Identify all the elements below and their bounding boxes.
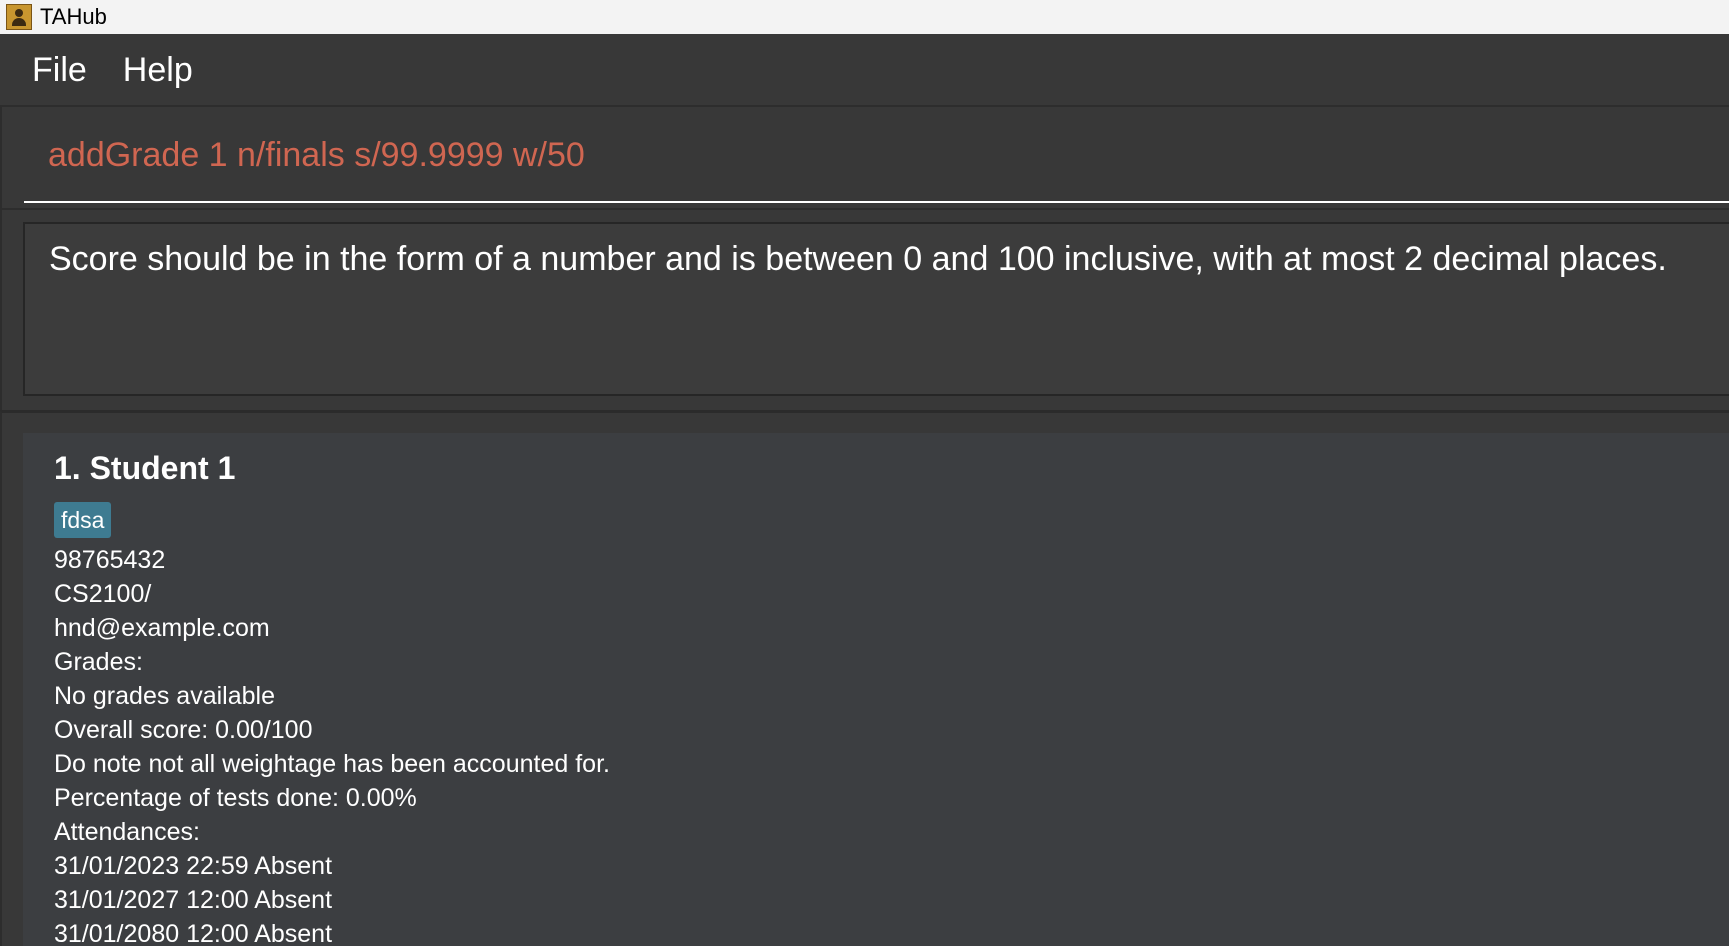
- address-book-icon: [6, 4, 32, 30]
- result-message: Score should be in the form of a number …: [49, 240, 1667, 278]
- overall-score: Overall score: 0.00/100: [54, 716, 313, 744]
- command-input-text: addGrade 1 n/finals s/99.9999 w/50: [48, 135, 585, 174]
- person-list-panel: 1. Student 1 fdsa 98765432 CS2100/ hnd@e…: [0, 410, 1729, 946]
- grades-text: No grades available: [54, 682, 275, 710]
- person-phone: 98765432: [54, 546, 166, 574]
- app-window: TAHub File Help addGrade 1 n/finals s/99…: [0, 0, 1729, 946]
- tag-badge: fdsa: [54, 502, 112, 538]
- result-display[interactable]: Score should be in the form of a number …: [23, 222, 1729, 396]
- person-name: 1. Student 1: [54, 450, 236, 486]
- weightage-note: Do note not all weightage has been accou…: [54, 750, 610, 778]
- command-box-panel: addGrade 1 n/finals s/99.9999 w/50: [0, 105, 1729, 208]
- person-email: hnd@example.com: [54, 614, 270, 642]
- person-card[interactable]: 1. Student 1 fdsa 98765432 CS2100/ hnd@e…: [23, 433, 1729, 946]
- attendance-entry: 31/01/2023 22:59 Absent: [54, 852, 333, 880]
- title-bar: TAHub: [0, 0, 1729, 34]
- menu-help[interactable]: Help: [123, 49, 193, 90]
- person-module: CS2100/: [54, 580, 152, 608]
- person-details: 98765432 CS2100/ hnd@example.com Grades:…: [54, 543, 610, 946]
- command-input[interactable]: addGrade 1 n/finals s/99.9999 w/50: [24, 117, 1729, 203]
- result-display-panel: Score should be in the form of a number …: [0, 208, 1729, 410]
- attendance-entry: 31/01/2080 12:00 Absent: [54, 920, 333, 946]
- menu-file[interactable]: File: [32, 49, 87, 90]
- menu-bar: File Help: [0, 34, 1729, 105]
- window-title: TAHub: [40, 4, 107, 29]
- attendance-entry: 31/01/2027 12:00 Absent: [54, 886, 333, 914]
- attendances-label: Attendances:: [54, 818, 200, 846]
- grades-label: Grades:: [54, 648, 143, 676]
- tests-done: Percentage of tests done: 0.00%: [54, 784, 417, 812]
